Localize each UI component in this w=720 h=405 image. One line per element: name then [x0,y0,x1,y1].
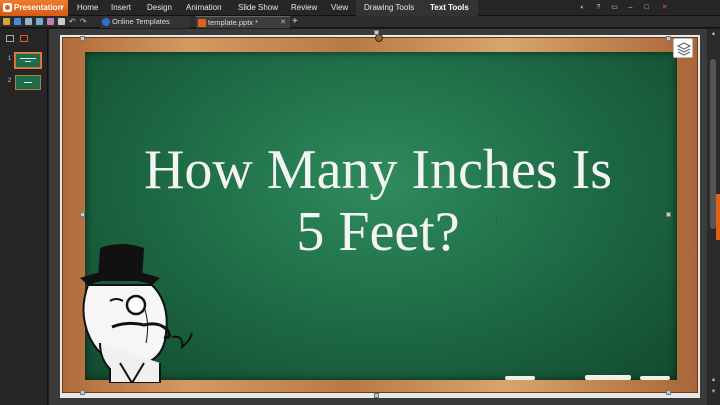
slide-thumbnail-2[interactable] [15,75,41,90]
chalk-piece [585,375,631,380]
redo-icon[interactable]: ↷ [80,16,87,28]
menu-bar: Presentation ▼ Home Insert Design Animat… [0,0,720,16]
layers-button[interactable] [673,38,693,58]
menu-home[interactable]: Home [77,0,98,16]
frame-nail [375,34,383,42]
app-menu-button[interactable]: Presentation ▼ [0,0,68,16]
save-icon[interactable] [14,18,21,25]
thumbnail-text-line [20,58,36,59]
resize-handle[interactable] [666,36,671,41]
scroll-up-icon[interactable]: ▲ [709,31,718,37]
tab-template-label: template.pptx * [208,18,259,27]
thumbnail-number: 1 [8,56,12,62]
window-menu-icon[interactable]: ▭ [610,3,619,12]
slides-view-icon[interactable] [20,35,28,42]
text-cursor-icon: I [495,216,498,226]
previous-page-icon[interactable]: ▲ [709,377,718,383]
thumbnail-number: 2 [8,78,12,84]
vertical-scrollbar[interactable]: ▲ ▲ ▼ [707,29,720,405]
format-painter-icon[interactable] [47,18,54,25]
slide-thumbnail-pane: 1 2 [0,29,48,405]
side-panel-tab[interactable] [716,194,720,240]
export-icon[interactable] [58,18,65,25]
open-folder-icon[interactable] [3,18,10,25]
undo-icon[interactable]: ↶ [69,16,76,28]
resize-handle[interactable] [80,212,85,217]
print-icon[interactable] [25,18,32,25]
maximize-icon[interactable]: □ [642,3,651,12]
app-menu-label: Presentation [14,3,63,12]
resize-handle[interactable] [666,390,671,395]
minimize-icon[interactable]: – [626,3,635,12]
close-window-icon[interactable]: ✕ [660,3,669,12]
layers-icon [676,42,692,56]
menu-slide-show[interactable]: Slide Show [238,0,278,16]
chevron-down-icon: ▼ [59,5,65,11]
tab-template-pptx[interactable]: template.pptx * ✕ [196,16,290,28]
close-icon[interactable]: ✕ [280,17,286,29]
tab-online-templates[interactable]: Online Templates [100,16,190,28]
chalk-piece [505,376,535,380]
top-hat-meme-character [80,244,193,383]
rotate-handle[interactable] [374,30,379,35]
preview-icon[interactable] [36,18,43,25]
menu-text-tools[interactable]: Text Tools [430,0,469,16]
app-logo-icon [3,3,12,12]
add-icon[interactable]: + [292,16,298,28]
resize-handle[interactable] [374,393,379,398]
tab-online-templates-label: Online Templates [112,17,170,26]
menu-review[interactable]: Review [291,0,317,16]
thumbnail-text-line [25,61,31,62]
menu-animation[interactable]: Animation [186,0,222,16]
presentation-file-icon [198,19,206,27]
slide-title-line-1: How Many Inches Is [143,139,613,201]
quick-access-bar: ↶ ↷ Online Templates template.pptx * ✕ + [0,16,720,28]
menu-design[interactable]: Design [147,0,172,16]
menu-drawing-tools[interactable]: Drawing Tools [364,0,414,16]
chalk-piece [640,376,670,380]
skin-icon[interactable]: ◐ [578,3,587,12]
resize-handle[interactable] [80,36,85,41]
menu-view[interactable]: View [331,0,348,16]
slide-thumbnail-1[interactable] [14,52,42,69]
resize-handle[interactable] [80,390,85,395]
thumbnail-text-line [24,82,32,83]
scroll-down-icon[interactable]: ▼ [709,389,718,395]
menu-insert[interactable]: Insert [111,0,131,16]
outline-view-icon[interactable] [6,35,14,42]
help-icon[interactable]: ? [594,3,603,12]
online-templates-icon [102,18,110,26]
resize-handle[interactable] [666,212,671,217]
